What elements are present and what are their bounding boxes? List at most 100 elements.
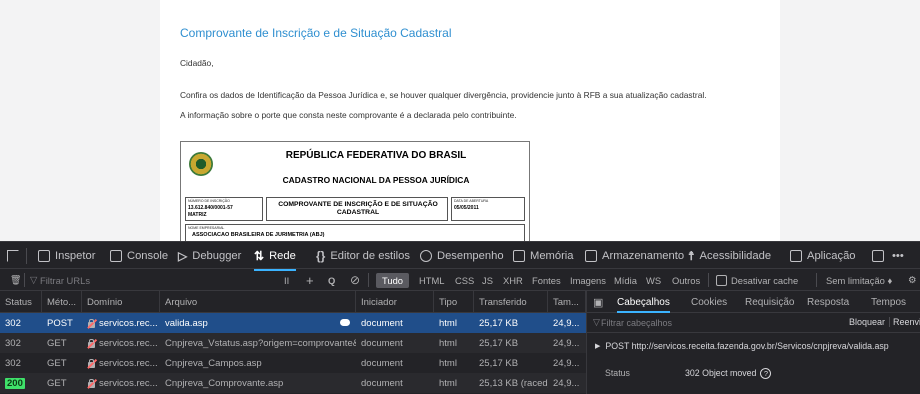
column-domain[interactable]: Domínio bbox=[82, 291, 160, 313]
type-cell: html bbox=[439, 377, 457, 389]
type-filter-other[interactable]: Outros bbox=[672, 269, 700, 291]
page-viewport: Comprovante de Inscrição e de Situação C… bbox=[0, 0, 920, 241]
disable-cache-checkbox[interactable]: Desativar cache bbox=[716, 269, 798, 291]
tab-request[interactable]: Requisição bbox=[745, 291, 794, 313]
type-filter-fonts[interactable]: Fontes bbox=[532, 269, 561, 291]
status-badge: 302 bbox=[5, 337, 21, 349]
tab-storage[interactable]: Armazenamento bbox=[585, 242, 684, 270]
insecure-lock-icon bbox=[87, 378, 97, 389]
tab-label: Acessibilidade bbox=[699, 250, 772, 262]
type-filter-js[interactable]: JS bbox=[482, 269, 493, 291]
inspector-icon bbox=[38, 250, 50, 262]
type-filter-ws[interactable]: WS bbox=[646, 269, 661, 291]
initiator-cell: document bbox=[361, 377, 403, 389]
help-icon[interactable]: ? bbox=[760, 367, 772, 379]
abertura-label: DATA DE ABERTURA bbox=[454, 199, 489, 203]
type-cell: html bbox=[439, 357, 457, 369]
request-line[interactable]: ▶ POST http://servicos.receita.fazenda.g… bbox=[587, 338, 920, 354]
inscricao-tipo: MATRIZ bbox=[188, 212, 207, 218]
tab-label: Debugger bbox=[192, 250, 242, 262]
type-filter-css[interactable]: CSS bbox=[455, 269, 474, 291]
tab-headers[interactable]: Cabeçalhos bbox=[617, 291, 670, 313]
dock-options-icon[interactable] bbox=[872, 242, 884, 270]
column-status[interactable]: Status bbox=[0, 291, 42, 313]
tab-response[interactable]: Resposta bbox=[807, 291, 849, 313]
insecure-lock-icon bbox=[87, 358, 97, 369]
column-method[interactable]: Méto... bbox=[42, 291, 82, 313]
domain-text: servicos.rec... bbox=[99, 357, 158, 369]
type-filter-xhr[interactable]: XHR bbox=[503, 269, 523, 291]
block-button[interactable]: ⊘ bbox=[350, 269, 360, 291]
filter-urls-input[interactable] bbox=[28, 272, 248, 288]
certificate-heading: REPÚBLICA FEDERATIVA DO BRASIL bbox=[285, 150, 467, 161]
expand-arrow-icon: ▶ bbox=[595, 343, 601, 350]
type-filter-images[interactable]: Imagens bbox=[570, 269, 606, 291]
status-cell: 200 bbox=[0, 373, 42, 393]
type-filter-media[interactable]: Mídia bbox=[614, 269, 637, 291]
method-cell: GET bbox=[47, 357, 67, 369]
style-editor-icon: {} bbox=[316, 249, 326, 263]
settings-gear-icon[interactable]: ⚙ bbox=[908, 269, 916, 291]
abertura-box: DATA DE ABERTURA 05/05/2011 bbox=[451, 197, 525, 221]
column-initiator[interactable]: Iniciador bbox=[356, 291, 434, 313]
divider bbox=[26, 248, 27, 264]
size-cell: 24,9... bbox=[553, 377, 580, 389]
element-picker-icon[interactable] bbox=[7, 250, 19, 262]
search-button[interactable]: Q bbox=[328, 269, 335, 291]
tab-accessibility[interactable]: ☨ Acessibilidade bbox=[688, 242, 771, 270]
column-transferred[interactable]: Transferido bbox=[474, 291, 548, 313]
ellipsis-icon: ••• bbox=[892, 250, 904, 262]
block-button[interactable]: Bloquear bbox=[849, 317, 885, 327]
tab-cookies[interactable]: Cookies bbox=[691, 291, 727, 313]
table-row[interactable]: 302 POST servicos.rec... valida.asp docu… bbox=[0, 313, 586, 333]
insecure-lock-icon bbox=[87, 338, 97, 349]
inscricao-value: 13.612.840/0001-57 bbox=[188, 205, 233, 211]
filter-headers-input[interactable] bbox=[591, 315, 831, 331]
domain-text: servicos.rec... bbox=[99, 317, 158, 329]
type-cell: html bbox=[439, 317, 457, 329]
status-value: 302 Object moved bbox=[685, 368, 757, 378]
type-filter-all[interactable]: Tudo bbox=[376, 269, 410, 291]
resend-button[interactable]: Reenvi bbox=[889, 317, 920, 327]
type-filter-html[interactable]: HTML bbox=[419, 269, 445, 291]
domain-text: servicos.rec... bbox=[99, 337, 158, 349]
tab-debugger[interactable]: ▷ Debugger bbox=[178, 242, 241, 270]
tab-memory[interactable]: Memória bbox=[513, 242, 574, 270]
storage-icon bbox=[585, 250, 597, 262]
initiator-cell: document bbox=[361, 357, 403, 369]
table-row[interactable]: 302 GET servicos.rec... Cnpjreva_Vstatus… bbox=[0, 333, 586, 353]
tab-timings[interactable]: Tempos bbox=[871, 291, 906, 313]
table-row[interactable]: 200 GET servicos.rec... Cnpjreva_Comprov… bbox=[0, 373, 586, 393]
column-file[interactable]: Arquivo bbox=[160, 291, 356, 313]
tab-performance[interactable]: Desempenho bbox=[420, 242, 504, 270]
tab-style-editor[interactable]: {} Editor de estilos bbox=[316, 242, 410, 270]
devtools-panel: Inspetor Console ▷ Debugger ⇅ Rede {} Ed… bbox=[0, 241, 920, 394]
brasil-seal-icon bbox=[189, 152, 213, 176]
table-row[interactable]: 302 GET servicos.rec... Cnpjreva_Campos.… bbox=[0, 353, 586, 373]
tab-console[interactable]: Console bbox=[110, 242, 168, 270]
column-size[interactable]: Tam... bbox=[548, 291, 586, 313]
column-type[interactable]: Tipo bbox=[434, 291, 474, 313]
network-icon: ⇅ bbox=[254, 249, 265, 263]
tab-inspector[interactable]: Inspetor bbox=[38, 242, 95, 270]
file-cell: Cnpjreva_Comprovante.asp bbox=[165, 377, 284, 389]
tab-application[interactable]: Aplicação bbox=[790, 242, 856, 270]
trash-icon[interactable]: 🗑 bbox=[10, 269, 22, 291]
file-cell: Cnpjreva_Campos.asp bbox=[165, 357, 262, 369]
performance-icon bbox=[420, 250, 432, 262]
tab-label: Armazenamento bbox=[602, 250, 685, 262]
status-row: Status 302 Object moved ? bbox=[587, 365, 920, 381]
file-cell: valida.asp bbox=[165, 317, 208, 329]
cloud-icon bbox=[340, 319, 350, 326]
request-details-panel: ▣ Cabeçalhos Cookies Requisição Resposta… bbox=[586, 291, 920, 394]
network-toolbar: 🗑 ▽ II + Q ⊘ Tudo HTML CSS JS XHR Fontes… bbox=[0, 269, 920, 291]
toggle-sidebar-icon[interactable]: ▣ bbox=[593, 291, 603, 313]
throttling-select[interactable]: Sem limitação ♦ bbox=[826, 269, 892, 291]
pause-button[interactable]: II bbox=[284, 269, 289, 291]
add-request-button[interactable]: + bbox=[306, 269, 314, 291]
transferred-cell: 25,17 KB bbox=[479, 357, 519, 369]
type-cell: html bbox=[439, 337, 457, 349]
more-options-icon[interactable]: ••• bbox=[892, 242, 904, 270]
porte-paragraph: A informação sobre o porte que consta ne… bbox=[180, 110, 517, 120]
tab-network[interactable]: ⇅ Rede bbox=[254, 242, 296, 271]
